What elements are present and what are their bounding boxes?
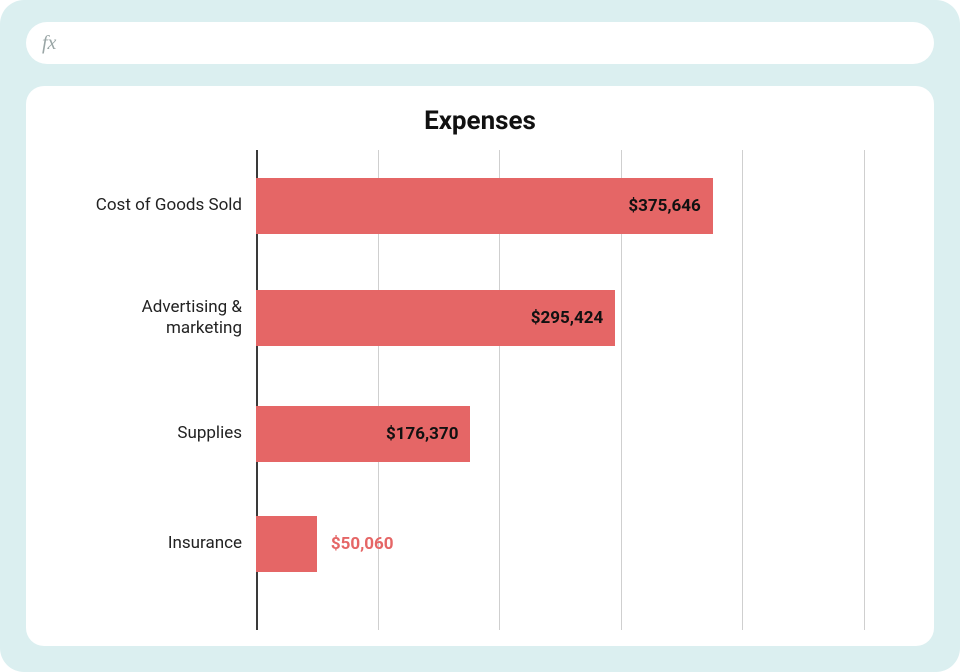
chart-title: Expenses — [26, 106, 934, 136]
fx-icon: fx — [42, 32, 56, 55]
chart-row: Advertising & marketing $295,424 — [66, 290, 894, 346]
value-label: $295,424 — [531, 308, 603, 328]
chart-area: Cost of Goods Sold $375,646 Advertising & … — [66, 150, 894, 630]
app-frame: fx Expenses Cost of Goods Sold $375,646 Ad… — [0, 0, 960, 672]
category-label: Supplies — [72, 423, 242, 444]
category-label: Insurance — [72, 533, 242, 554]
chart-row: Supplies $176,370 — [66, 406, 894, 462]
bar: $295,424 — [256, 290, 615, 346]
value-label: $176,370 — [386, 424, 458, 444]
category-label: Advertising & marketing — [72, 297, 242, 340]
value-label: $375,646 — [628, 196, 700, 216]
chart-card: Expenses Cost of Goods Sold $375,646 Adver… — [26, 86, 934, 646]
value-label: $50,060 — [331, 534, 394, 554]
bar — [256, 516, 317, 572]
chart-row: Cost of Goods Sold $375,646 — [66, 178, 894, 234]
bar: $176,370 — [256, 406, 470, 462]
chart-row: Insurance $50,060 — [66, 516, 894, 572]
formula-bar[interactable]: fx — [26, 22, 934, 64]
bar: $375,646 — [256, 178, 713, 234]
category-label: Cost of Goods Sold — [72, 195, 242, 216]
